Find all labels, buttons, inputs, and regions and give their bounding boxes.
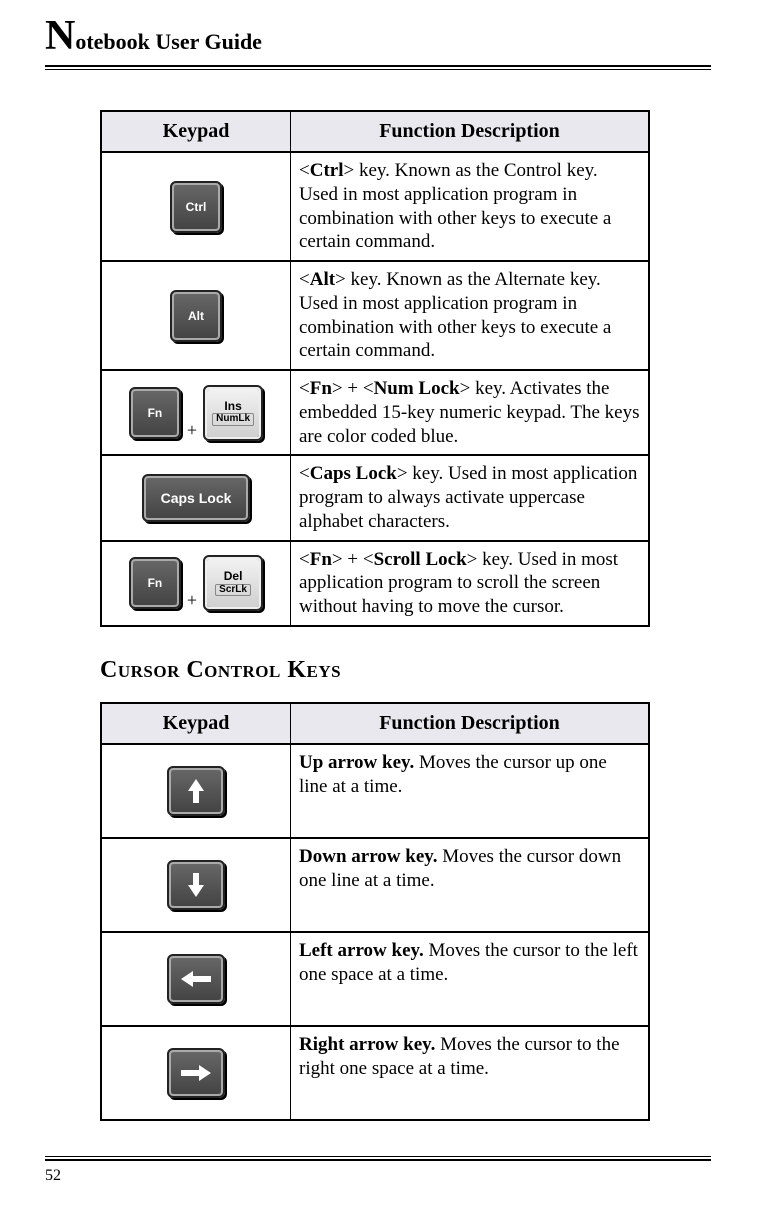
table-row: Left arrow key. Moves the cursor to the … — [101, 932, 649, 1026]
right-arrow-key-icon — [167, 1048, 225, 1098]
table-header-desc: Function Description — [291, 703, 650, 744]
table-row: Fn + DelScrLk <Fn> + <Scroll Lock> key. … — [101, 541, 649, 626]
up-arrow-description: Up arrow key. Moves the cursor up one li… — [291, 744, 650, 838]
left-arrow-description: Left arrow key. Moves the cursor to the … — [291, 932, 650, 1026]
down-arrow-key-icon — [167, 860, 225, 910]
numlock-description: <Fn> + <Num Lock> key. Activates the emb… — [291, 370, 650, 455]
header-rule — [45, 65, 711, 70]
right-arrow-description: Right arrow key. Moves the cursor to the… — [291, 1026, 650, 1120]
ins-numlk-key-icon: InsNumLk — [203, 385, 263, 441]
table-header-keypad: Keypad — [101, 703, 291, 744]
up-arrow-key-icon — [167, 766, 225, 816]
table-row: Fn + InsNumLk <Fn> + <Num Lock> key. Act… — [101, 370, 649, 455]
page-title: NNotebook User Guideotebook User Guide — [45, 20, 711, 61]
table-header-desc: Function Description — [291, 111, 650, 152]
capslock-key-icon: Caps Lock — [142, 474, 250, 522]
table-row: Right arrow key. Moves the cursor to the… — [101, 1026, 649, 1120]
del-scrlk-key-icon: DelScrLk — [203, 555, 263, 611]
footer-rule — [45, 1156, 711, 1161]
left-arrow-key-icon — [167, 954, 225, 1004]
alt-description: <Alt> key. Known as the Alternate key. U… — [291, 261, 650, 370]
plus-icon: + — [187, 420, 197, 441]
scrolllock-description: <Fn> + <Scroll Lock> key. Used in most a… — [291, 541, 650, 626]
table-row: Alt <Alt> key. Known as the Alternate ke… — [101, 261, 649, 370]
plus-icon: + — [187, 590, 197, 611]
table-row: Up arrow key. Moves the cursor up one li… — [101, 744, 649, 838]
table-row: Ctrl <Ctrl> key. Known as the Control ke… — [101, 152, 649, 261]
section-heading: Cursor Control Keys — [100, 657, 711, 684]
down-arrow-description: Down arrow key. Moves the cursor down on… — [291, 838, 650, 932]
ctrl-key-icon: Ctrl — [170, 181, 222, 233]
ctrl-description: <Ctrl> key. Known as the Control key. Us… — [291, 152, 650, 261]
table-row: Caps Lock <Caps Lock> key. Used in most … — [101, 455, 649, 540]
alt-key-icon: Alt — [170, 290, 222, 342]
fn-key-icon: Fn — [129, 387, 181, 439]
cursor-keys-table: Keypad Function Description Up arrow key… — [100, 702, 650, 1121]
capslock-description: <Caps Lock> key. Used in most applicatio… — [291, 455, 650, 540]
table-row: Down arrow key. Moves the cursor down on… — [101, 838, 649, 932]
lock-keys-table: Keypad Function Description Ctrl <Ctrl> … — [100, 110, 650, 627]
page-number: 52 — [45, 1167, 711, 1185]
fn-key-icon: Fn — [129, 557, 181, 609]
table-header-keypad: Keypad — [101, 111, 291, 152]
